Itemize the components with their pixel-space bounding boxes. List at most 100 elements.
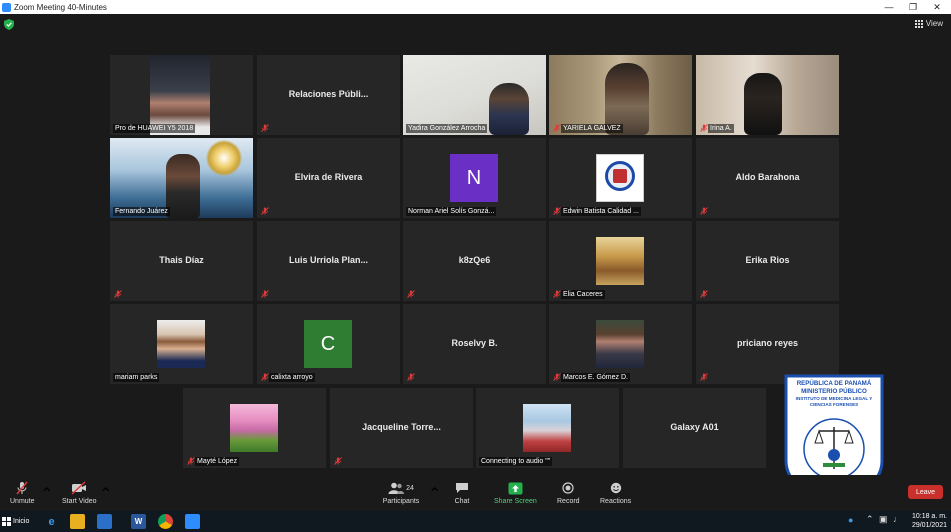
participant-name: Edwin Batista Calidad ... <box>561 207 641 216</box>
reactions-button[interactable]: Reactions <box>600 481 631 505</box>
view-label: View <box>925 19 943 28</box>
edge-icon[interactable]: e <box>44 514 59 529</box>
windows-logo-icon <box>2 517 11 526</box>
shield-icon[interactable] <box>4 19 14 30</box>
start-label: Inicio <box>13 518 30 525</box>
participant-name: Norman Ariel Solís Gonzá... <box>406 207 497 216</box>
zoom-taskbar-icon[interactable] <box>185 514 200 529</box>
start-video-button[interactable]: Start Video <box>62 481 97 505</box>
video-options-caret-icon[interactable]: ⌃ <box>99 484 112 504</box>
participant-avatar-image <box>596 320 644 368</box>
participant-tile[interactable]: Irina A. <box>696 55 839 135</box>
chat-button[interactable]: Chat <box>454 481 470 505</box>
monstrance-image <box>206 140 242 176</box>
participant-avatar: C <box>304 320 352 368</box>
participant-name: Thais Díaz <box>159 255 204 265</box>
participant-tile[interactable]: Galaxy A01 <box>623 388 766 468</box>
participant-tile[interactable]: priciano reyes <box>696 304 839 384</box>
participants-count: 24 <box>406 484 414 492</box>
participant-tile[interactable]: Pro de HUAWEI Y5 2018 <box>110 55 253 135</box>
outlook-icon[interactable] <box>97 514 112 529</box>
participant-name: k8zQe6 <box>458 255 491 265</box>
zoom-app-icon <box>2 2 11 12</box>
network-icon[interactable]: ▣ <box>879 514 888 525</box>
participant-tile[interactable]: N Norman Ariel Solís Gonzá... <box>403 138 546 218</box>
participant-tile[interactable]: Relaciones Públi... <box>257 55 400 135</box>
unmute-button[interactable]: Unmute <box>10 481 35 505</box>
close-button[interactable]: ✕ <box>925 0 949 14</box>
participant-name: Marcos E. Gómez D. <box>561 373 630 382</box>
participant-name: calixta arroyo <box>269 373 315 382</box>
participants-icon: 24 <box>381 481 421 495</box>
zoom-window: Zoom Meeting 40-Minutes — ❐ ✕ View Pro d… <box>0 0 951 532</box>
share-screen-button[interactable]: Share Screen <box>494 481 537 505</box>
participant-tile[interactable]: Mayté López <box>183 388 326 468</box>
muted-mic-icon <box>553 207 561 215</box>
chat-icon <box>454 481 470 495</box>
participant-tile-active-speaker[interactable]: Yadira González Arrocha <box>403 55 546 135</box>
participant-tile[interactable]: Elvira de Rivera <box>257 138 400 218</box>
participant-tile[interactable]: Edwin Batista Calidad ... <box>549 138 692 218</box>
muted-mic-icon <box>700 373 708 381</box>
leave-button[interactable]: Leave <box>908 485 943 499</box>
clock-time: 10:18 a. m. <box>911 513 947 520</box>
muted-mic-icon <box>261 124 269 132</box>
participant-tile[interactable]: C calixta arroyo <box>257 304 400 384</box>
unmute-label: Unmute <box>10 498 35 505</box>
participants-label: Participants <box>382 498 420 505</box>
participants-button[interactable]: 24 Participants <box>381 481 421 505</box>
participant-video <box>150 55 210 135</box>
meeting-toolbar <box>0 475 951 511</box>
participant-tile[interactable]: mariam parks <box>110 304 253 384</box>
restore-button[interactable]: ❐ <box>901 0 925 14</box>
logo-arc-text: INSTITUTO DE MEDICINA LEGAL Y CIENCIAS F… <box>795 396 873 407</box>
participant-tile[interactable]: Aldo Barahona <box>696 138 839 218</box>
participant-tile[interactable]: Jacqueline Torre... <box>330 388 473 468</box>
participants-options-caret-icon[interactable]: ⌃ <box>428 484 441 504</box>
file-explorer-icon[interactable] <box>70 514 85 529</box>
clock-date: 29/01/2021 <box>911 522 947 529</box>
participant-avatar-logo <box>596 154 644 202</box>
show-hidden-icons-icon[interactable]: ⌃ <box>866 514 874 525</box>
participant-name: Relaciones Públi... <box>288 89 369 99</box>
participant-tile[interactable]: Elia Caceres <box>549 221 692 301</box>
participant-name: Elia Caceres <box>561 290 605 299</box>
taskbar-clock[interactable]: 10:18 a. m. 29/01/2021 <box>912 512 947 530</box>
participant-tile[interactable]: Thais Díaz <box>110 221 253 301</box>
muted-mic-icon <box>407 290 415 298</box>
volume-icon[interactable]: ♩ <box>893 514 902 524</box>
participant-name: Mayté López <box>195 457 240 466</box>
title-bar: Zoom Meeting 40-Minutes — ❐ ✕ <box>0 0 951 14</box>
system-tray-app-icon[interactable]: ● <box>848 515 853 525</box>
share-screen-label: Share Screen <box>494 498 537 505</box>
chat-label: Chat <box>454 498 470 505</box>
participant-tile[interactable]: Fernando Juárez <box>110 138 253 218</box>
start-video-label: Start Video <box>62 498 97 505</box>
participant-tile[interactable]: Marcos E. Gómez D. <box>549 304 692 384</box>
record-button[interactable]: Record <box>557 481 580 505</box>
participant-avatar-image <box>230 404 278 452</box>
participant-figure <box>744 73 782 135</box>
participant-name: Yadira González Arrocha <box>406 124 488 133</box>
muted-mic-icon <box>553 290 561 298</box>
minimize-button[interactable]: — <box>877 0 901 14</box>
muted-mic-icon <box>261 373 269 381</box>
participant-tile[interactable]: Connecting to audio "" <box>476 388 619 468</box>
audio-options-caret-icon[interactable]: ⌃ <box>40 484 53 504</box>
participant-tile[interactable]: YARIELA GALVEZ <box>549 55 692 135</box>
muted-mic-icon <box>261 207 269 215</box>
start-button[interactable]: Inicio <box>2 514 33 529</box>
view-button[interactable]: View <box>914 19 943 28</box>
participant-tile[interactable]: k8zQe6 <box>403 221 546 301</box>
smiley-icon <box>608 481 624 495</box>
record-icon <box>560 481 576 495</box>
chrome-icon[interactable] <box>158 514 173 529</box>
participant-tile[interactable]: Luis Urriola Plan... <box>257 221 400 301</box>
participant-name: mariam parks <box>113 373 160 382</box>
muted-mic-icon <box>700 290 708 298</box>
word-icon[interactable]: W <box>131 514 146 529</box>
participant-tile[interactable]: Erika Rios <box>696 221 839 301</box>
participant-tile[interactable]: Roselvy B. <box>403 304 546 384</box>
logo-line1: REPÚBLICA DE PANAMÁ <box>796 380 872 387</box>
muted-mic-icon <box>407 373 415 381</box>
